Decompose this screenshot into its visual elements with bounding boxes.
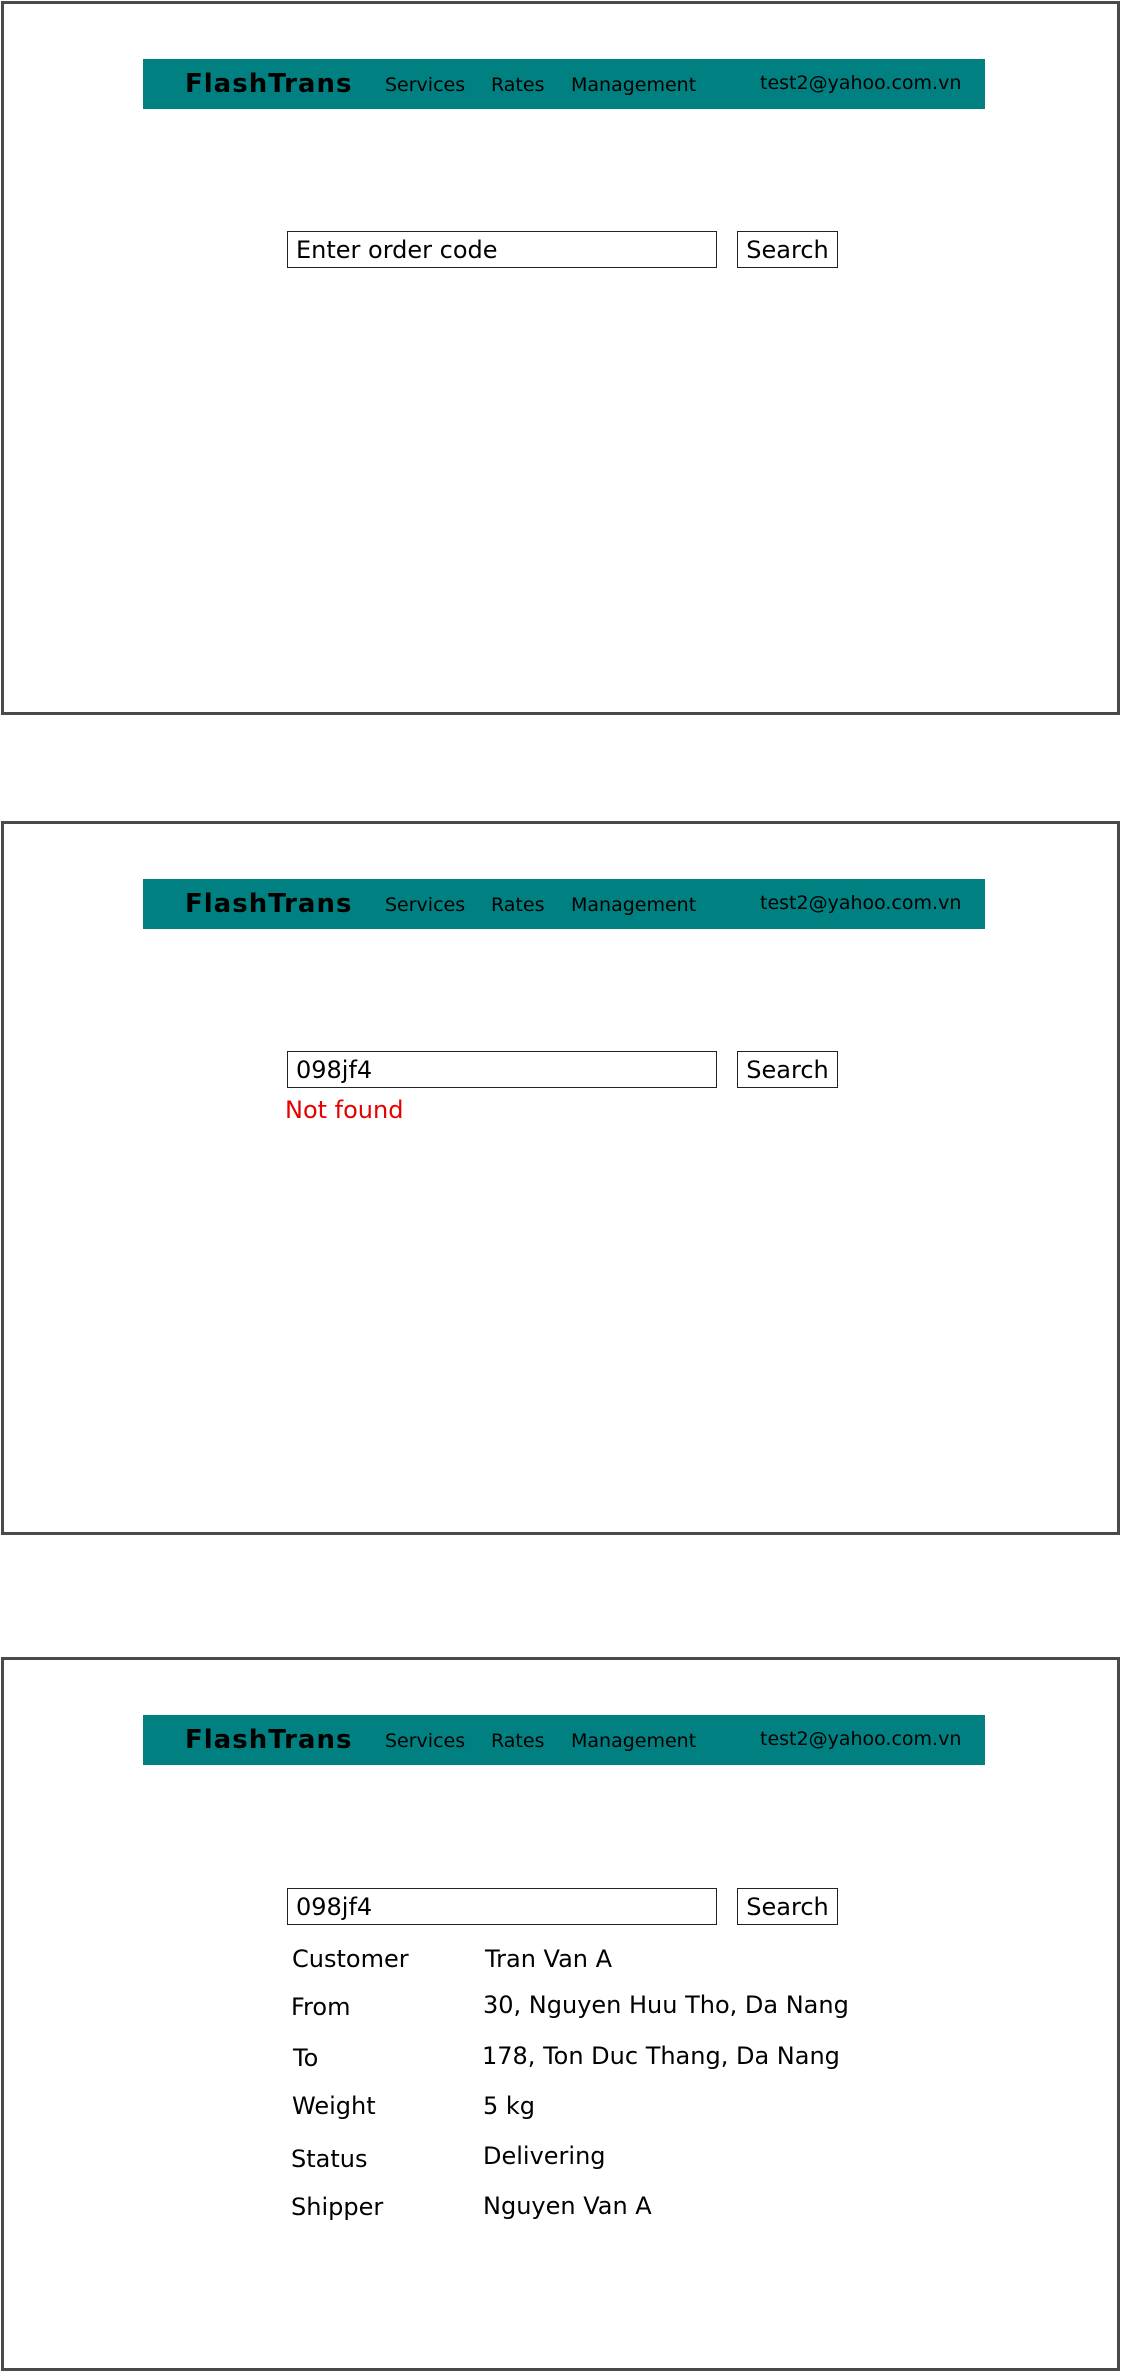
brand-logo[interactable]: FlashTrans — [185, 1715, 352, 1765]
navbar: FlashTrans Services Rates Management tes… — [143, 1715, 985, 1765]
to-label: To — [293, 2044, 319, 2072]
nav-link-services[interactable]: Services — [385, 59, 465, 111]
brand-logo[interactable]: FlashTrans — [185, 879, 352, 929]
nav-link-services[interactable]: Services — [385, 879, 465, 931]
status-value: Delivering — [483, 2142, 606, 2170]
screen-search-empty: FlashTrans Services Rates Management tes… — [1, 1, 1120, 715]
nav-link-rates[interactable]: Rates — [491, 59, 544, 111]
weight-value: 5 kg — [483, 2092, 536, 2120]
order-code-input[interactable] — [287, 1888, 717, 1925]
weight-label: Weight — [292, 2092, 376, 2120]
nav-link-services[interactable]: Services — [385, 1715, 465, 1767]
navbar: FlashTrans Services Rates Management tes… — [143, 879, 985, 929]
nav-link-rates[interactable]: Rates — [491, 1715, 544, 1767]
brand-logo[interactable]: FlashTrans — [185, 59, 352, 109]
search-button[interactable]: Search — [737, 1888, 838, 1925]
screen-order-details: FlashTrans Services Rates Management tes… — [1, 1657, 1120, 2371]
shipper-label: Shipper — [291, 2193, 384, 2221]
user-email[interactable]: test2@yahoo.com.vn — [760, 59, 961, 107]
user-email[interactable]: test2@yahoo.com.vn — [760, 1715, 961, 1763]
customer-label: Customer — [292, 1945, 409, 1973]
to-value: 178, Ton Duc Thang, Da Nang — [482, 2042, 840, 2070]
from-value: 30, Nguyen Huu Tho, Da Nang — [483, 1991, 849, 2019]
order-code-input[interactable] — [287, 231, 717, 268]
nav-link-management[interactable]: Management — [571, 1715, 696, 1767]
screen-search-not-found: FlashTrans Services Rates Management tes… — [1, 821, 1120, 1535]
not-found-message: Not found — [285, 1096, 404, 1124]
search-button[interactable]: Search — [737, 231, 838, 268]
nav-link-management[interactable]: Management — [571, 879, 696, 931]
customer-value: Tran Van A — [485, 1945, 613, 1973]
nav-link-rates[interactable]: Rates — [491, 879, 544, 931]
search-button[interactable]: Search — [737, 1051, 838, 1088]
status-label: Status — [291, 2145, 368, 2173]
order-code-input[interactable] — [287, 1051, 717, 1088]
nav-link-management[interactable]: Management — [571, 59, 696, 111]
shipper-value: Nguyen Van A — [483, 2192, 652, 2220]
from-label: From — [291, 1993, 351, 2021]
navbar: FlashTrans Services Rates Management tes… — [143, 59, 985, 109]
user-email[interactable]: test2@yahoo.com.vn — [760, 879, 961, 927]
